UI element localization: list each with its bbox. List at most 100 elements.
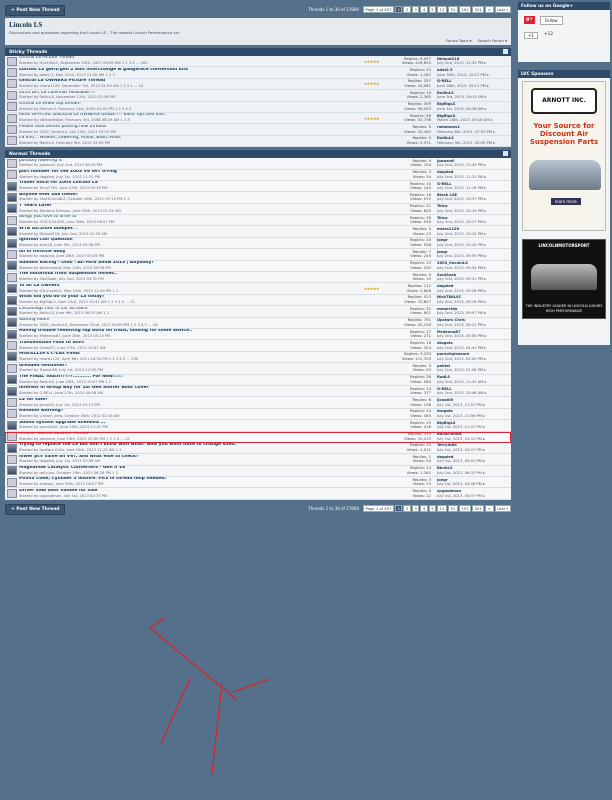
go-to-last-post-icon[interactable]: ▸: [483, 414, 485, 418]
go-to-last-post-icon[interactable]: ▸: [483, 494, 485, 498]
thread-row[interactable]: Sound system upgrade dilemma ... Started …: [5, 420, 511, 432]
thread-page-links[interactable]: 1 2 3 4 5 ... 12: [108, 300, 135, 304]
go-to-last-post-icon[interactable]: ▸: [484, 368, 486, 372]
page-link[interactable]: 4: [420, 504, 428, 512]
page-link[interactable]: 101: [458, 6, 472, 13]
plus-one-button[interactable]: +1: [524, 32, 538, 39]
last-page-button[interactable]: Last »: [494, 504, 511, 512]
go-to-last-post-icon[interactable]: ▸: [484, 266, 486, 270]
thread-row[interactable]: Having trouble removing top bolts on tra…: [5, 329, 511, 341]
page-link[interactable]: 5: [428, 6, 437, 13]
go-to-last-post-icon[interactable]: ▸: [484, 357, 486, 361]
go-to-last-post-icon[interactable]: ▸: [484, 346, 486, 350]
thread-row[interactable]: WTB lsc/2006 bumper. . Started by Dkloud2…: [5, 226, 511, 238]
collapse-icon[interactable]: [503, 151, 508, 157]
follow-button[interactable]: Follow: [540, 16, 563, 25]
learn-more-button[interactable]: learn more: [551, 198, 581, 205]
go-to-last-post-icon[interactable]: ▸: [484, 289, 486, 293]
collapse-icon[interactable]: [503, 49, 508, 54]
thread-row[interactable]: What did you do to your LS today? Started…: [5, 295, 511, 307]
thread-page-links[interactable]: 1 2 3 4 5 ... 130: [109, 357, 138, 361]
thread-row[interactable]: Lincoln LS gen1/gen 2 bolt interchange &…: [5, 67, 511, 79]
post-new-thread-button[interactable]: + Post New Thread: [5, 5, 66, 16]
page-link[interactable]: 501: [472, 504, 485, 512]
post-new-thread-button[interactable]: + Post New Thread: [5, 503, 66, 515]
thread-row[interactable]: Interest in Group Buy for 1st Gen Shifte…: [5, 386, 511, 398]
go-to-last-post-icon[interactable]: ▸: [485, 380, 487, 384]
go-to-last-post-icon[interactable]: ▸: [484, 334, 486, 338]
thread-row[interactable]: LS Info... Wheels, Lowering, Audio, Basi…: [5, 136, 511, 148]
next-page-button[interactable]: >: [485, 6, 494, 13]
page-link[interactable]: 101: [458, 504, 472, 512]
search-forum-menu[interactable]: Search Forum ▾: [478, 38, 507, 43]
go-to-last-post-icon[interactable]: ▸: [487, 84, 489, 88]
thread-page-links[interactable]: 1 2: [113, 289, 119, 293]
go-to-last-post-icon[interactable]: ▸: [483, 448, 485, 452]
thread-row[interactable]: Official LS video clip thread! Started by…: [5, 102, 511, 113]
thread-row[interactable]: Mlara1129's C-List Finds Started by mlara…: [5, 352, 511, 364]
go-to-last-post-icon[interactable]: ▸: [493, 141, 495, 145]
arnott-ad[interactable]: ARNOTT INC. Your Source for Discount Air…: [522, 81, 606, 231]
forum-tools-menu[interactable]: Forum Tools ▾: [446, 38, 472, 43]
thread-row[interactable]: P0303 Code, Cylinder 3 misfire. Pics in …: [5, 477, 511, 489]
thread-page-links[interactable]: 1 2 3: [120, 118, 129, 122]
page-link[interactable]: 3: [411, 504, 420, 512]
thread-row[interactable]: REAL OFFICIAL LINCOLN LS OWNERS GUIDE!!!…: [5, 113, 511, 125]
thread-row[interactable]: Official LS OWNERS Picture Thread Started…: [5, 79, 511, 91]
go-to-last-post-icon[interactable]: ▸: [485, 391, 487, 395]
go-to-last-post-icon[interactable]: ▸: [484, 232, 486, 236]
go-to-last-post-icon[interactable]: ▸: [493, 130, 495, 134]
go-to-last-post-icon[interactable]: ▸: [484, 243, 486, 247]
thread-row[interactable]: Transmission Fails to Shift Started by Gh…: [5, 340, 511, 352]
go-to-last-post-icon[interactable]: ▸: [484, 163, 486, 167]
thread-page-links[interactable]: 1 2: [103, 311, 109, 315]
thread-row[interactable]: Random warning? Started by Lincoln_zero, …: [5, 409, 511, 421]
page-link[interactable]: 5: [428, 504, 437, 512]
go-to-last-post-icon[interactable]: ▸: [485, 107, 487, 111]
go-to-last-post-icon[interactable]: ▸: [484, 311, 486, 315]
thread-row[interactable]: dreaded tensioner? Started by TravisLS8, …: [5, 363, 511, 375]
thread-row[interactable]: Lincolnlogs hurt in car accident Started …: [5, 306, 511, 318]
thread-row[interactable]: Official LS Picture Thread Started by Hye…: [5, 56, 511, 68]
page-link[interactable]: 4: [420, 6, 428, 13]
page-link[interactable]: 3: [411, 6, 420, 13]
thread-row[interactable]: Driver side door handle for sale Started …: [5, 488, 511, 500]
thread-page-links[interactable]: 1 2: [105, 380, 111, 384]
thread-row[interactable]: The FINAL Touch?????........... For Now!…: [5, 375, 511, 386]
page-link[interactable]: 1: [395, 6, 403, 13]
thread-row[interactable]: Magnaflow Catalytic Converters - Gen II …: [5, 466, 511, 478]
thread-page-links[interactable]: 1 2: [124, 197, 130, 201]
go-to-last-post-icon[interactable]: ▸: [483, 459, 485, 463]
thread-page-links[interactable]: 1 2 3 4 5: [115, 107, 131, 111]
thread-row[interactable]: The notorious front suspension noises.. S…: [5, 272, 511, 284]
next-page-button[interactable]: >: [485, 504, 494, 512]
lincolnmotorsport-ad[interactable]: LINCOLNMOTORSPORT THE INDUSTRY LEADER IN…: [522, 239, 606, 319]
go-to-last-post-icon[interactable]: ▸: [484, 300, 486, 304]
page-link[interactable]: 11: [437, 504, 448, 512]
thread-page-links[interactable]: 1 2: [112, 471, 118, 475]
thread-row[interactable]: LS for sale? Started by jjcool00, July 1s…: [5, 397, 511, 409]
go-to-last-post-icon[interactable]: ▸: [483, 482, 485, 486]
thread-row[interactable]: Trying to replace the LS but don't know …: [5, 443, 511, 455]
page-link[interactable]: 11: [437, 6, 448, 13]
page-link[interactable]: 2: [403, 6, 411, 13]
page-link[interactable]: 501: [472, 6, 485, 13]
thread-page-links[interactable]: 1 2: [116, 448, 122, 452]
go-to-last-post-icon[interactable]: ▸: [484, 220, 486, 224]
last-page-button[interactable]: Last »: [494, 6, 511, 13]
thread-page-links[interactable]: 1 2 3 4 ... 202: [122, 61, 148, 65]
go-to-last-post-icon[interactable]: ▸: [484, 209, 486, 213]
thread-row[interactable]: To all LS Owners Started by 01LincolnLS, …: [5, 283, 511, 295]
thread-row[interactable]: Waiting Room Started by 2002_lincolnLS, D…: [5, 318, 511, 329]
page-link[interactable]: 1: [395, 504, 403, 512]
go-to-last-post-icon[interactable]: ▸: [484, 186, 486, 190]
go-to-last-post-icon[interactable]: ▸: [484, 323, 486, 327]
thread-row[interactable]: Please read before posting new threads St…: [5, 124, 511, 136]
go-to-last-post-icon[interactable]: ▸: [487, 73, 489, 77]
thread-row[interactable]: Official: Stance Coilover Thread Started …: [5, 431, 511, 443]
thread-row[interactable]: Ignition Coil Question Started by zero18,…: [5, 238, 511, 250]
go-to-last-post-icon[interactable]: ▸: [483, 403, 485, 407]
go-to-last-post-icon[interactable]: ▸: [491, 118, 493, 122]
thread-page-links[interactable]: 1 2 3 4 ... 12: [106, 437, 129, 441]
thread-row[interactable]: part number for the 2003 V6 IMT o-ring St…: [5, 169, 511, 181]
